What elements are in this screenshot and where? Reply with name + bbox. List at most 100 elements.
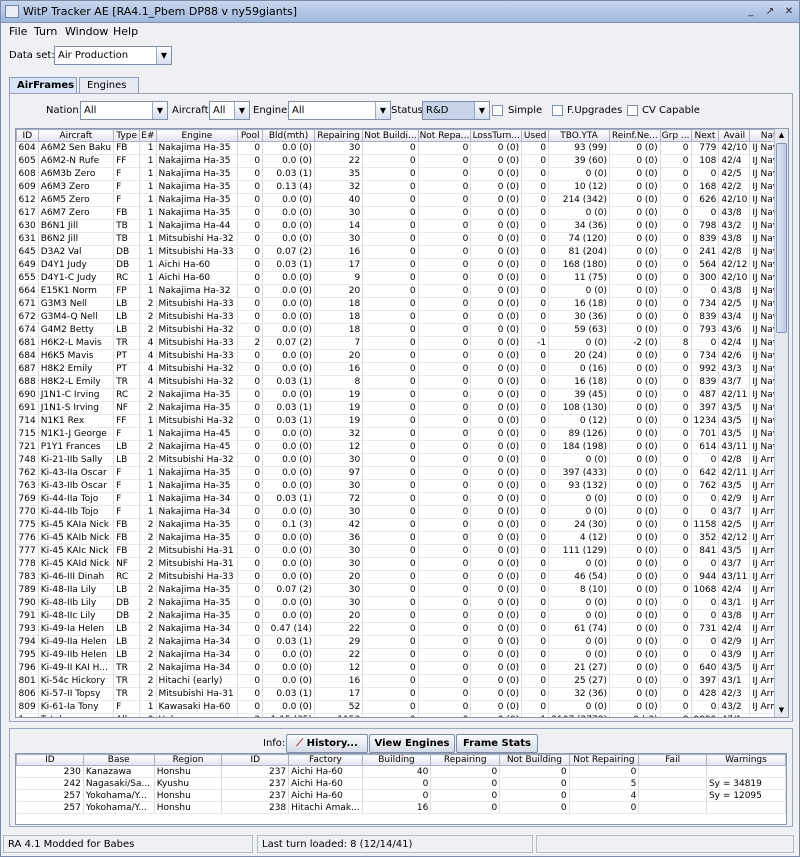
- table-row[interactable]: 612 A6M5 Zero F 1 Nakajima Ha-35 0 0.0 (0) 40 0 0…: [16, 193, 788, 207]
- table-row[interactable]: 778 Ki-45 KAId Nick NF 2 Mitsubishi Ha-31 0 0.…: [16, 557, 788, 571]
- column-header[interactable]: Pool: [237, 129, 264, 142]
- column-header[interactable]: Repairing: [314, 129, 364, 142]
- table-row[interactable]: 655 D4Y1-C Judy RC 1 Aichi Ha-60 0 0.0 (0) 9 0 0 0…: [16, 271, 788, 285]
- factory-column-header[interactable]: Warnings: [705, 754, 786, 766]
- table-row[interactable]: 645 D3A2 Val DB 1 Mitsubishi Ha-33 0 0.07 (2) 1…: [16, 245, 788, 259]
- column-header[interactable]: Type: [113, 129, 141, 142]
- table-row[interactable]: 687 H8K2 Emily PT 4 Mitsubishi Ha-32 0 0.0 (0)…: [16, 362, 788, 376]
- table-row[interactable]: 748 Ki-21-IIb Sally LB 2 Mitsubishi Ha-32 0 0.…: [16, 453, 788, 467]
- scroll-down-icon[interactable]: ▼: [776, 704, 787, 716]
- table-row[interactable]: 609 A6M3 Zero F 1 Nakajima Ha-35 0 0.13 (4) 32 0…: [16, 180, 788, 194]
- table-row[interactable]: 783 Ki-46-III Dinah RC 2 Mitsubishi Ha-33 0 0.…: [16, 570, 788, 584]
- factory-column-header[interactable]: Fail: [638, 754, 707, 766]
- table-row[interactable]: 649 D4Y1 Judy DB 1 Aichi Ha-60 0 0.03 (1) 17 0 0 0…: [16, 258, 788, 272]
- column-header[interactable]: Avail: [718, 129, 751, 142]
- factory-column-header[interactable]: Not Repairing: [568, 754, 640, 766]
- table-row[interactable]: 796 Ki-49-II KAI H... TR 2 Nakajima Ha-34 0 0.…: [16, 661, 788, 675]
- factory-column-header[interactable]: Factory: [288, 754, 363, 766]
- table-row[interactable]: 630 B6N1 Jill TB 1 Nakajima Ha-44 0 0.0 (0) 14 0…: [16, 219, 788, 233]
- table-row[interactable]: 790 Ki-48-IIb Lily DB 2 Nakajima Ha-35 0 0.0 (…: [16, 596, 788, 610]
- table-row[interactable]: 763 Ki-43-IIb Oscar F 1 Nakajima Ha-35 0 0.0 (…: [16, 479, 788, 493]
- column-header[interactable]: Next: [690, 129, 720, 142]
- column-header[interactable]: Aircraft: [37, 129, 115, 142]
- factory-row[interactable]: 230 Kanazawa Honshu 237 Aichi Ha-60 40 0 0 0: [16, 765, 786, 778]
- table-row[interactable]: 795 Ki-49-IIb Helen LB 2 Nakajima Ha-34 0 0.0 …: [16, 648, 788, 662]
- table-row[interactable]: 688 H8K2-L Emily TR 4 Mitsubishi Ha-32 0 0.03 …: [16, 375, 788, 389]
- table-row[interactable]: 809 Ki-61-Ia Tony F 1 Kawasaki Ha-60 0 0.0 (0)…: [16, 700, 788, 714]
- column-header[interactable]: Bld(mth): [262, 129, 316, 142]
- scroll-thumb[interactable]: [776, 143, 787, 333]
- fupgrades-checkbox[interactable]: [552, 105, 563, 116]
- table-row[interactable]: 684 H6K5 Mavis PT 4 Mitsubishi Ha-33 0 0.0 (0)…: [16, 349, 788, 363]
- table-row[interactable]: 775 Ki-45 KAIa Nick FB 2 Nakajima Ha-35 0 0.1 …: [16, 518, 788, 532]
- table-scrollbar[interactable]: ▲ ▼: [774, 129, 788, 717]
- simple-checkbox[interactable]: [492, 105, 503, 116]
- aircraft-select[interactable]: All ▼: [209, 101, 250, 120]
- scroll-up-icon[interactable]: ▲: [776, 129, 787, 141]
- table-row[interactable]: 777 Ki-45 KAIc Nick FB 2 Mitsubishi Ha-31 0 0.…: [16, 544, 788, 558]
- factory-column-header[interactable]: Building: [361, 754, 432, 766]
- table-row[interactable]: 769 Ki-44-IIa Tojo F 1 Nakajima Ha-34 0 0.03 (…: [16, 492, 788, 506]
- dataset-select[interactable]: Air Production ▼: [54, 46, 172, 65]
- table-row[interactable]: 674 G4M2 Betty LB 2 Mitsubishi Ha-32 0 0.0 (0)…: [16, 323, 788, 337]
- factory-column-header[interactable]: Region: [153, 754, 223, 766]
- table-row[interactable]: 801 Ki-54c Hickory TR 2 Hitachi (early) 0 0.0 …: [16, 674, 788, 688]
- table-row[interactable]: 721 P1Y1 Frances LB 2 Nakajima Ha-45 0 0.0 (0)…: [16, 440, 788, 454]
- table-row[interactable]: 604 A6M2 Sen Baku FB 1 Nakajima Ha-35 0 0.0 (0…: [16, 141, 788, 155]
- table-row[interactable]: 776 Ki-45 KAIb Nick FB 2 Nakajima Ha-35 0 0.0 …: [16, 531, 788, 545]
- column-header[interactable]: Grp ...: [659, 129, 692, 142]
- factory-column-header[interactable]: Repairing: [430, 754, 501, 766]
- view-engines-button[interactable]: View Engines: [369, 734, 455, 753]
- table-row[interactable]: 762 Ki-43-IIa Oscar F 1 Nakajima Ha-35 0 0.0 (…: [16, 466, 788, 480]
- table-row[interactable]: 770 Ki-44-IIb Tojo F 1 Nakajima Ha-34 0 0.0 (0…: [16, 505, 788, 519]
- menu-turn[interactable]: Turn: [34, 25, 57, 38]
- table-row[interactable]: 617 A6M7 Zero FB 1 Nakajima Ha-35 0 0.0 (0) 30 0…: [16, 206, 788, 220]
- table-row[interactable]: 690 J1N1-C Irving RC 2 Nakajima Ha-35 0 0.0 (0…: [16, 388, 788, 402]
- table-row[interactable]: 714 N1K1 Rex FF 1 Mitsubishi Ha-32 0 0.03 (1) 1…: [16, 414, 788, 428]
- column-header[interactable]: LossTurn...: [470, 129, 523, 142]
- column-header[interactable]: ID: [16, 129, 39, 142]
- table-row[interactable]: 1TotalsAll0Unknown21.15 (35)1153000 (0)-…: [16, 713, 788, 717]
- column-header[interactable]: E#: [139, 129, 157, 142]
- history-button[interactable]: ⟋ History...: [286, 734, 368, 753]
- engine-select[interactable]: All ▼: [288, 101, 391, 120]
- factory-column-header[interactable]: Not Building: [499, 754, 570, 766]
- table-row[interactable]: 806 Ki-57-II Topsy TR 2 Mitsubishi Ha-31 0 0.0…: [16, 687, 788, 701]
- maximize-button[interactable]: ↗: [762, 4, 778, 20]
- table-row[interactable]: 672 G3M4-Q Nell LB 2 Mitsubishi Ha-33 0 0.0 (0…: [16, 310, 788, 324]
- tab-engines[interactable]: Engines: [79, 77, 139, 94]
- factory-column-header[interactable]: ID: [221, 754, 290, 766]
- factory-row[interactable]: 242 Nagasaki/Sa... Kyushu 237 Aichi Ha-60 0 0 0…: [16, 777, 786, 790]
- column-header[interactable]: Used: [521, 129, 550, 142]
- nation-select[interactable]: All ▼: [80, 101, 168, 120]
- table-row[interactable]: 794 Ki-49-IIa Helen LB 2 Nakajima Ha-34 0 0.03…: [16, 635, 788, 649]
- table-row[interactable]: 681 H6K2-L Mavis TR 4 Mitsubishi Ha-33 2 0.07 …: [16, 336, 788, 350]
- factory-column-header[interactable]: ID: [16, 754, 84, 766]
- factory-column-header[interactable]: Base: [82, 754, 155, 766]
- table-row[interactable]: 793 Ki-49-Ia Helen LB 2 Nakajima Ha-34 0 0.47 …: [16, 622, 788, 636]
- column-header[interactable]: Engine: [155, 129, 239, 142]
- cvcapable-checkbox[interactable]: [627, 105, 638, 116]
- menu-file[interactable]: File: [9, 25, 27, 38]
- status-select[interactable]: R&D ▼: [422, 101, 490, 120]
- table-row[interactable]: 789 Ki-48-IIa Lily LB 2 Nakajima Ha-35 0 0.07 …: [16, 583, 788, 597]
- menu-help[interactable]: Help: [113, 25, 138, 38]
- minimize-button[interactable]: _: [743, 4, 759, 20]
- column-header[interactable]: Reinf.Ne...: [608, 129, 661, 142]
- menu-window[interactable]: Window: [65, 25, 108, 38]
- factory-row[interactable]: 257 Yokohama/Y... Honshu 238 Hitachi Amak...…: [16, 801, 786, 814]
- frame-stats-button[interactable]: Frame Stats: [456, 734, 538, 753]
- column-header[interactable]: Not Repa...: [417, 129, 472, 142]
- close-button[interactable]: ✕: [781, 4, 797, 20]
- table-row[interactable]: 791 Ki-48-IIc Lily DB 2 Nakajima Ha-35 0 0.0 (…: [16, 609, 788, 623]
- table-row[interactable]: 631 B6N2 Jill TB 1 Mitsubishi Ha-32 0 0.0 (0) 3…: [16, 232, 788, 246]
- factory-row[interactable]: 257 Yokohama/Y... Honshu 237 Aichi Ha-60 0 0 0 4…: [16, 789, 786, 802]
- tab-airframes[interactable]: AirFrames: [9, 77, 77, 94]
- table-row[interactable]: 691 J1N1-S Irving NF 2 Nakajima Ha-35 0 0.03 (…: [16, 401, 788, 415]
- table-row[interactable]: 605 A6M2-N Rufe FF 1 Nakajima Ha-35 0 0.0 (0) 2…: [16, 154, 788, 168]
- column-header[interactable]: TBO.YTA: [548, 129, 610, 142]
- table-row[interactable]: 715 N1K1-J George F 1 Nakajima Ha-45 0 0.0 (0)…: [16, 427, 788, 441]
- table-row[interactable]: 671 G3M3 Nell LB 2 Mitsubishi Ha-33 0 0.0 (0) 1…: [16, 297, 788, 311]
- table-row[interactable]: 664 E15K1 Norm FP 1 Nakajima Ha-32 0 0.0 (0) 20…: [16, 284, 788, 298]
- column-header[interactable]: Not Buildi...: [362, 129, 419, 142]
